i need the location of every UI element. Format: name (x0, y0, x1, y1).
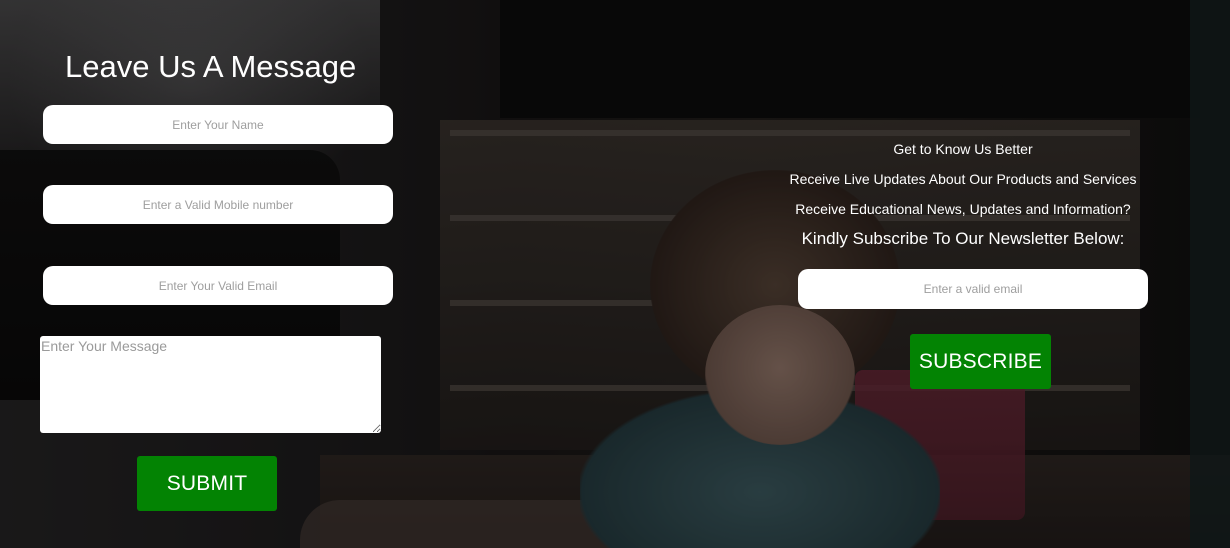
newsletter-email-input[interactable] (798, 269, 1148, 309)
newsletter-line: Get to Know Us Better (893, 141, 1033, 157)
submit-button[interactable]: SUBMIT (137, 456, 277, 511)
newsletter-line: Receive Educational News, Updates and In… (795, 201, 1131, 217)
newsletter-heading: Kindly Subscribe To Our Newsletter Below… (801, 229, 1125, 248)
background-child-body (580, 390, 940, 548)
message-textarea[interactable] (40, 336, 381, 433)
email-input[interactable] (43, 266, 393, 305)
name-input[interactable] (43, 105, 393, 144)
mobile-number-input[interactable] (43, 185, 393, 224)
newsletter-section: Get to Know Us Better Receive Live Updat… (760, 130, 1170, 410)
message-form-title: Leave Us A Message (65, 49, 357, 84)
subscribe-button[interactable]: SUBSCRIBE (910, 334, 1051, 389)
background-right-edge (1190, 0, 1230, 548)
newsletter-line: Receive Live Updates About Our Products … (789, 171, 1137, 187)
page-stage: Leave Us A Message SUBMIT Get to Know Us… (0, 0, 1230, 548)
background-floor (320, 455, 1230, 548)
background-tv (500, 0, 1200, 118)
message-form: Leave Us A Message SUBMIT (0, 0, 440, 548)
